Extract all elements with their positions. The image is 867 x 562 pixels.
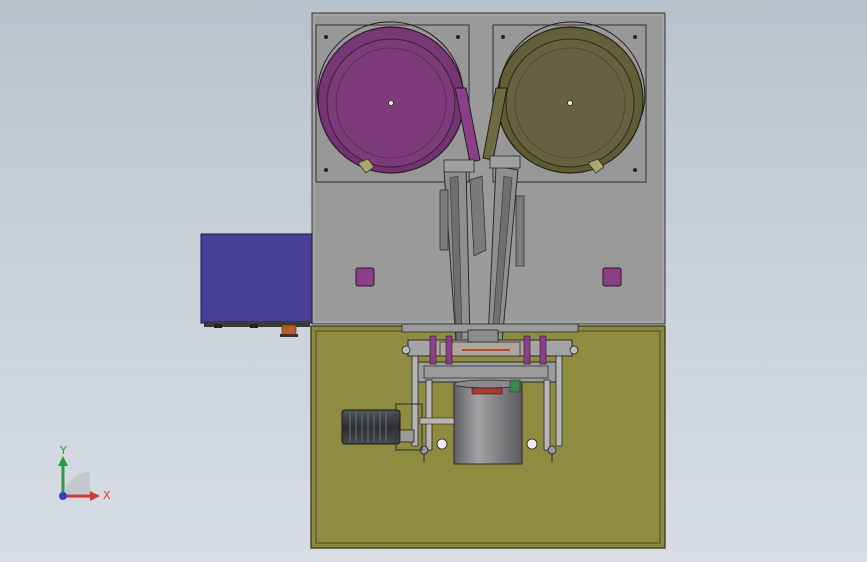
y-axis-label: Y (59, 444, 67, 457)
left-indicator[interactable] (355, 267, 375, 287)
z-axis-dot-icon (59, 492, 67, 500)
cad-viewport[interactable] (0, 0, 867, 562)
x-axis-label: X (103, 489, 111, 502)
triad-rotation-arc-icon (64, 472, 90, 498)
control-box[interactable] (200, 233, 313, 337)
x-axis-arrowhead-icon (90, 491, 100, 501)
y-axis-arrowhead-icon (58, 456, 68, 466)
coordinate-triad: Y X (58, 444, 111, 502)
right-indicator[interactable] (602, 267, 622, 287)
drum-roller[interactable] (453, 379, 523, 465)
